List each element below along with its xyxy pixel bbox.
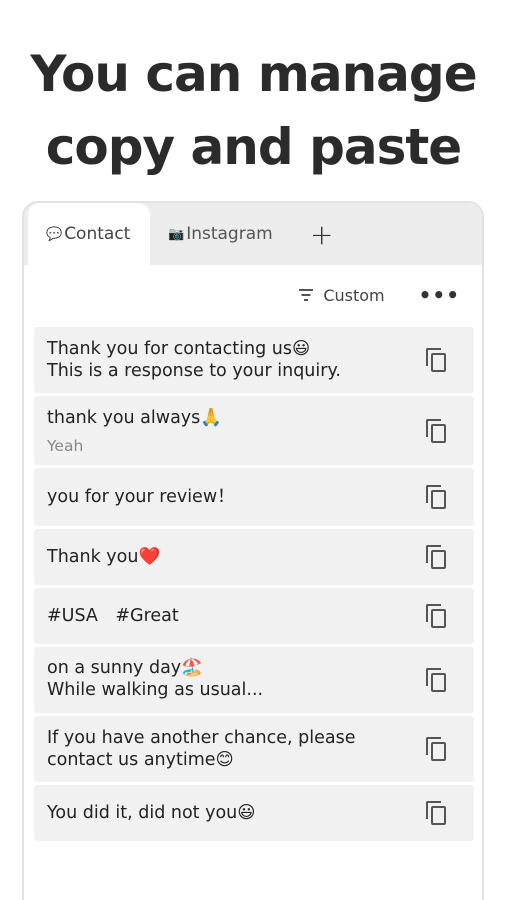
toolbar: Custom •••: [24, 265, 482, 325]
item-text: #USA #Great: [47, 605, 407, 627]
headline-line-1: You can manage: [30, 45, 477, 103]
item-line-1: Thank you❤️: [47, 547, 161, 567]
copy-icon[interactable]: [426, 419, 448, 443]
list-item[interactable]: you for your review！: [34, 468, 474, 526]
list-item[interactable]: on a sunny day🏖️ While walking as usual.…: [34, 647, 474, 713]
more-options-icon[interactable]: •••: [419, 283, 460, 307]
item-note: Yeah: [47, 437, 84, 455]
sort-icon: [299, 289, 314, 301]
add-tab-button[interactable]: +: [302, 203, 341, 265]
item-text: You did it, did not you😃: [47, 802, 407, 824]
tab-bar: 💬 Contact 📷 Instagram +: [24, 203, 482, 265]
item-line-1: You did it, did not you😃: [47, 803, 256, 823]
sort-button[interactable]: Custom: [299, 285, 385, 305]
copy-icon[interactable]: [426, 737, 448, 761]
item-text: thank you always🙏 Yeah: [47, 407, 407, 457]
item-text: on a sunny day🏖️ While walking as usual.…: [47, 657, 407, 701]
copy-icon[interactable]: [426, 545, 448, 569]
copy-icon[interactable]: [426, 801, 448, 825]
camera-icon: 📷: [168, 226, 185, 242]
copy-icon[interactable]: [426, 604, 448, 628]
app-frame: 💬 Contact 📷 Instagram + Custom ••• Thank…: [22, 201, 484, 900]
list-item[interactable]: #USA #Great: [34, 588, 474, 644]
tab-instagram-label: Instagram: [186, 224, 273, 244]
item-line-2: This is a response to your inquiry.: [47, 361, 341, 381]
list-item[interactable]: thank you always🙏 Yeah: [34, 396, 474, 465]
item-text: you for your review！: [47, 486, 407, 508]
headline-line-2: copy and paste: [45, 118, 462, 176]
headline: You can manage copy and paste: [0, 38, 507, 184]
sort-label: Custom: [323, 285, 385, 305]
item-line-1: on a sunny day🏖️: [47, 658, 203, 678]
chat-bubble-icon: 💬: [46, 226, 63, 242]
item-line-2: contact us anytime😊: [47, 750, 234, 770]
item-line-1: If you have another chance, please: [47, 728, 356, 748]
copy-icon[interactable]: [426, 348, 448, 372]
tab-instagram[interactable]: 📷 Instagram: [162, 203, 273, 265]
tab-contact[interactable]: 💬 Contact: [28, 203, 150, 265]
item-line-1: thank you always🙏: [47, 408, 223, 428]
item-line-1: #USA #Great: [47, 606, 179, 626]
list-item[interactable]: Thank you❤️: [34, 529, 474, 585]
item-line-1: Thank you for contacting us😃: [47, 339, 311, 359]
list-item[interactable]: Thank you for contacting us😃 This is a r…: [34, 327, 474, 393]
item-text: If you have another chance, please conta…: [47, 727, 407, 771]
tab-contact-label: Contact: [64, 224, 131, 244]
copy-icon[interactable]: [426, 485, 448, 509]
item-text: Thank you❤️: [47, 546, 407, 568]
list-item[interactable]: You did it, did not you😃: [34, 785, 474, 841]
item-line-2: While walking as usual...: [47, 680, 264, 700]
list-item[interactable]: If you have another chance, please conta…: [34, 716, 474, 782]
item-text: Thank you for contacting us😃 This is a r…: [47, 338, 407, 382]
copy-icon[interactable]: [426, 668, 448, 692]
item-line-1: you for your review！: [47, 487, 235, 507]
